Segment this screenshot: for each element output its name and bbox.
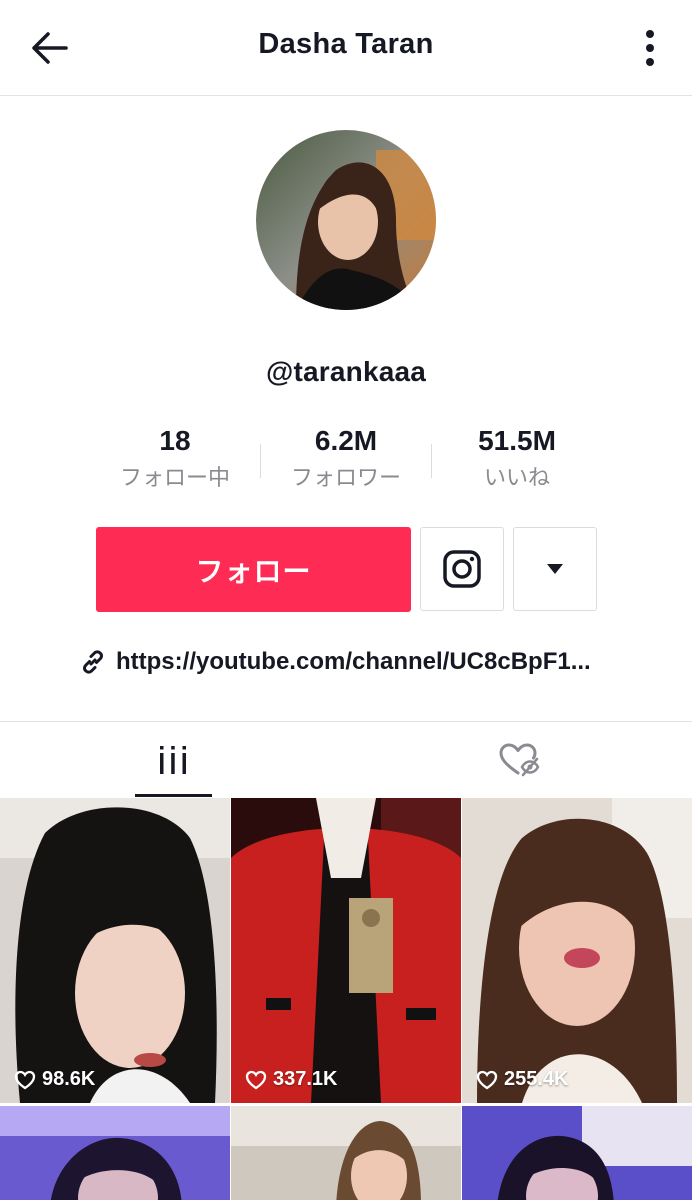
heart-outline-icon [245,1070,267,1089]
video-thumbnail[interactable] [0,1106,230,1200]
bio-link-text: https://youtube.com/channel/UC8cBpF1... [116,648,591,675]
following-stat[interactable]: 18 フォロー中 [90,424,260,500]
instagram-icon [443,550,481,588]
videos-grid-icon [160,745,186,774]
video-thumbnail[interactable]: 255.4K [462,798,692,1103]
profile-tabs [0,721,692,797]
profile-title: Dasha Taran [258,28,434,60]
likes-label: いいね [483,465,550,490]
video-thumbnail[interactable]: 337.1K [231,798,461,1103]
profile-stats: 18 フォロー中 6.2M フォロワー 51.5M いいね [90,424,602,500]
heart-outline-icon [14,1070,36,1089]
followers-label: フォロワー [290,465,401,490]
video-thumbnail[interactable] [462,1106,692,1200]
follow-button[interactable]: フォロー [96,527,411,612]
video-thumbnail[interactable]: 98.6K [0,798,230,1103]
username: @tarankaaa [265,356,427,387]
tab-videos[interactable] [0,722,346,797]
like-count-text: 255.4K [504,1068,569,1090]
instagram-button[interactable] [420,527,504,611]
liked-hidden-icon [499,743,540,776]
likes-stat: 51.5M いいね [432,424,602,500]
link-icon [83,650,103,674]
following-count: 18 [159,425,191,456]
more-options-button[interactable] [636,24,664,72]
like-count: 98.6K [14,1068,95,1091]
vertical-dots-icon [646,30,654,66]
like-count-text: 98.6K [42,1068,96,1090]
profile-avatar[interactable] [256,130,436,310]
following-label: フォロー中 [119,465,230,490]
like-count: 255.4K [476,1068,569,1091]
followers-count: 6.2M [314,425,378,456]
likes-count: 51.5M [478,425,556,456]
video-grid: 98.6K 337.1K 255.4K [0,798,692,1200]
suggested-accounts-button[interactable] [513,527,597,611]
top-bar: Dasha Taran [0,0,692,96]
profile-actions: フォロー [96,527,597,613]
caret-down-icon [547,564,563,574]
bio-link[interactable]: https://youtube.com/channel/UC8cBpF1... [80,648,591,676]
followers-stat[interactable]: 6.2M フォロワー [261,424,431,500]
like-count: 337.1K [245,1068,338,1091]
like-count-text: 337.1K [273,1068,338,1090]
heart-outline-icon [476,1070,498,1089]
video-thumbnail[interactable] [231,1106,461,1200]
tab-liked[interactable] [346,722,692,797]
